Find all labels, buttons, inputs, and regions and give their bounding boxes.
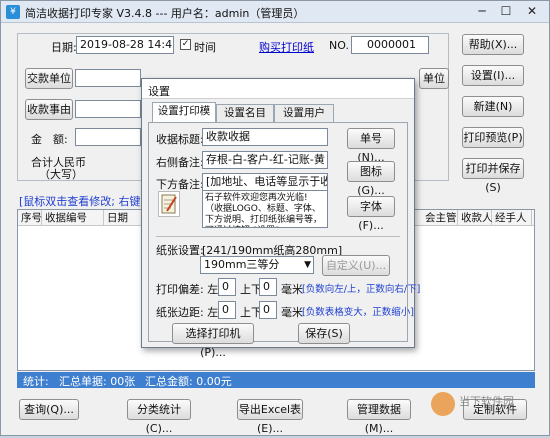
offset-lr-field[interactable]: 0	[218, 278, 236, 296]
time-label: 时间	[194, 41, 216, 54]
minimize-button[interactable]: ─	[471, 4, 493, 19]
column-header[interactable]: 序号	[18, 210, 42, 226]
tab-users[interactable]: 设置用户	[274, 104, 334, 122]
tab-categories[interactable]: 设置名目	[216, 104, 274, 122]
margin-lr-field[interactable]: 0	[218, 301, 236, 319]
receipt-title-field[interactable]: 收款收据	[202, 128, 328, 146]
column-header[interactable]: 会主管	[422, 210, 458, 226]
notepad-icon	[158, 191, 180, 217]
column-header[interactable]: 经手人	[492, 210, 532, 226]
watermark-logo-icon	[431, 392, 455, 416]
bottom-note-label: 下方备注:	[156, 178, 204, 191]
select-printer-button[interactable]: 选择打印机(P)...	[172, 323, 254, 359]
offset-hint: [负数向左/上，正数向右/下]	[302, 284, 421, 295]
help-button[interactable]: 帮助(X)...	[462, 34, 524, 55]
tab-print-template[interactable]: 设置打印模板	[152, 102, 216, 134]
summary-amount: 汇总金额: 0.00元	[145, 375, 232, 388]
new-button[interactable]: 新建(N)	[462, 96, 524, 117]
payer-field[interactable]	[75, 69, 141, 87]
column-header[interactable]: 日期	[104, 210, 144, 226]
right-note-field[interactable]: 存根-白-客户-红-记账-黄	[202, 151, 328, 169]
category-stats-button[interactable]: 分类统计(C)...	[127, 399, 191, 435]
window-title: 简洁收据打印专家 V3.4.8 --- 用户名：admin（管理员）	[25, 7, 305, 20]
chevron-down-icon: ▼	[304, 260, 311, 270]
reason-button[interactable]: 收款事由	[25, 99, 73, 120]
unit-stamp-button[interactable]: 单位盖章	[419, 68, 449, 89]
settings-button[interactable]: 设置(I)...	[462, 65, 524, 86]
no-label: NO.	[329, 39, 349, 52]
custom-paper-button: 自定义(U)...	[322, 255, 390, 276]
icon-button[interactable]: 图标(G)...	[347, 161, 395, 197]
offset-unit: 毫米	[281, 283, 303, 296]
payer-button[interactable]: 交款单位	[25, 68, 73, 89]
receipt-title-label: 收据标题:	[156, 133, 204, 146]
font-button[interactable]: 字体(F)...	[347, 196, 395, 232]
title-bar: ¥ 简洁收据打印专家 V3.4.8 --- 用户名：admin（管理员） ─ ☐…	[1, 1, 549, 23]
margin-ud-field[interactable]: 0	[259, 301, 277, 319]
column-header[interactable]: 收据编号	[42, 210, 104, 226]
margin-unit: 毫米	[281, 306, 303, 319]
watermark-text: 当下软件园	[459, 395, 514, 408]
bottom-note-field[interactable]: [加地址、电话等显示于收据最下方]	[202, 173, 328, 191]
dialog-title-bar: 设置	[142, 79, 414, 99]
paper-select-value: 190mm三等分	[204, 258, 280, 271]
export-excel-button[interactable]: 导出Excel表(E)...	[237, 399, 303, 435]
divider	[156, 236, 400, 237]
maximize-button[interactable]: ☐	[495, 4, 517, 19]
paper-label: 纸张设置:	[156, 244, 204, 257]
query-button[interactable]: 查询(Q)...	[19, 399, 79, 420]
paper-select[interactable]: 190mm三等分 ▼	[200, 256, 314, 274]
time-checkbox[interactable]: ✓	[180, 39, 191, 50]
summary-count: 汇总单据: 00张	[59, 375, 136, 388]
print-preview-button[interactable]: 打印预览(P)	[462, 127, 524, 148]
manage-data-button[interactable]: 管理数据(M)...	[347, 399, 411, 435]
close-button[interactable]: ✕	[521, 4, 543, 19]
serial-number-button[interactable]: 单号(N)...	[347, 128, 395, 164]
right-note-label: 右侧备注:	[156, 156, 204, 169]
app-icon: ¥	[6, 5, 20, 19]
date-label: 日期:	[51, 41, 77, 54]
buy-paper-link[interactable]: 购买打印纸	[259, 39, 314, 55]
rmb-sublabel: （大写）	[39, 168, 83, 181]
date-field[interactable]: 2019-08-28 14:42:03	[76, 36, 174, 54]
summary-label: 统计:	[23, 375, 49, 388]
offset-ud-field[interactable]: 0	[259, 278, 277, 296]
receipt-number-field[interactable]: 0000001	[351, 36, 429, 54]
save-button[interactable]: 保存(S)	[298, 323, 350, 344]
amount-field[interactable]	[75, 128, 141, 146]
info-text-box[interactable]: 石子软件欢迎您再次光临!（收据LOGO、标题、字体、下方说明、打印纸张编号等，可…	[202, 190, 328, 228]
print-save-button[interactable]: 打印并保存(S)	[462, 158, 524, 194]
margin-hint: [负数表格变大，正数缩小]	[302, 307, 414, 318]
reason-field[interactable]	[75, 100, 141, 118]
summary-bar: 统计: 汇总单据: 00张 汇总金额: 0.00元	[17, 372, 535, 388]
amount-label: 金 额:	[31, 133, 68, 146]
column-header[interactable]: 收款人	[458, 210, 493, 226]
dialog-title: 设置	[148, 85, 170, 98]
settings-dialog: 设置 设置打印模板 设置名目 设置用户 收据标题: 收款收据 单号(N)... …	[141, 78, 420, 359]
